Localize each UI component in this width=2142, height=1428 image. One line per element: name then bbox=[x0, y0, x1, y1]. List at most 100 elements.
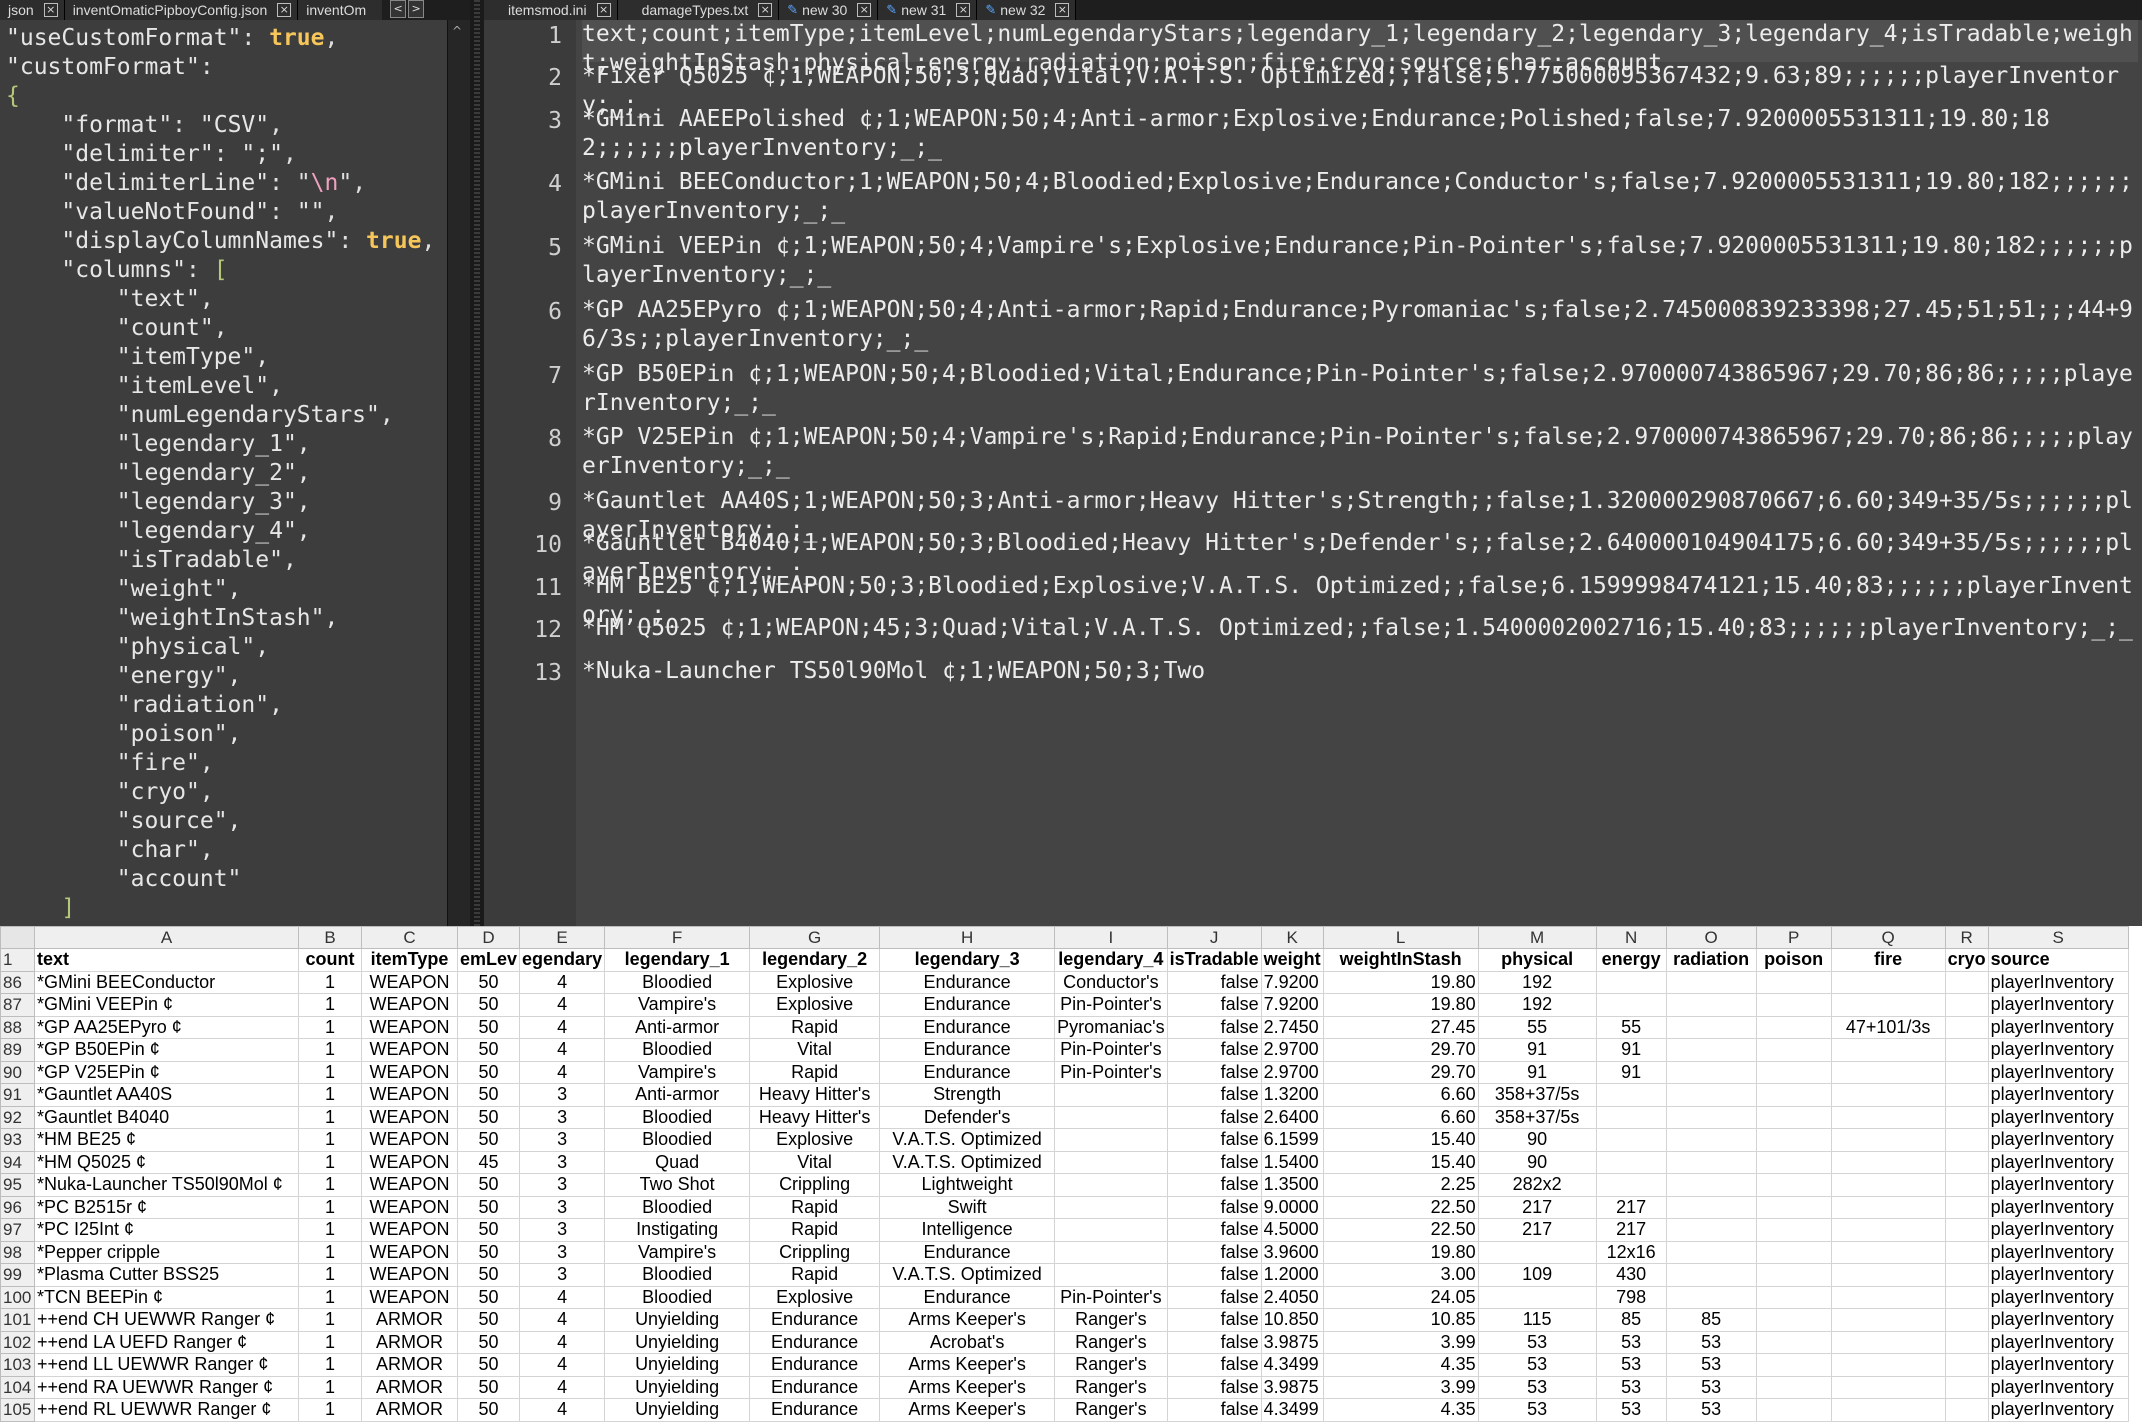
table-cell[interactable]: 50 bbox=[456, 1083, 521, 1107]
table-cell[interactable] bbox=[1944, 1150, 1989, 1174]
table-cell[interactable]: Anti-armor bbox=[604, 1083, 751, 1107]
table-cell[interactable]: 50 bbox=[456, 1038, 521, 1062]
table-cell[interactable]: 358+37/5s bbox=[1477, 1105, 1597, 1129]
tab-json[interactable]: json × bbox=[0, 0, 65, 20]
table-cell[interactable]: Explosive bbox=[749, 1128, 881, 1152]
table-cell[interactable]: 50 bbox=[456, 1263, 521, 1287]
table-cell[interactable]: 4.5000 bbox=[1260, 1218, 1324, 1242]
table-cell[interactable] bbox=[1830, 1038, 1946, 1062]
table-cell[interactable] bbox=[1665, 1195, 1757, 1219]
table-cell[interactable] bbox=[1755, 1150, 1832, 1174]
column-letter[interactable]: I bbox=[1054, 926, 1168, 949]
table-cell[interactable]: Endurance bbox=[749, 1398, 881, 1422]
table-cell[interactable] bbox=[1595, 970, 1667, 994]
table-cell[interactable]: 91 bbox=[1595, 1038, 1667, 1062]
table-cell[interactable]: playerInventory bbox=[1987, 1128, 2129, 1152]
row-number[interactable]: 90 bbox=[0, 1060, 35, 1084]
table-cell[interactable] bbox=[1944, 1375, 1989, 1399]
table-cell[interactable] bbox=[1944, 1105, 1989, 1129]
table-cell[interactable]: 4 bbox=[519, 1308, 606, 1332]
column-header-cell[interactable]: radiation bbox=[1665, 948, 1757, 972]
table-cell[interactable]: 1 bbox=[298, 1330, 362, 1354]
table-cell[interactable]: ARMOR bbox=[361, 1353, 458, 1377]
table-cell[interactable]: Strength bbox=[879, 1083, 1056, 1107]
table-cell[interactable]: Acrobat's bbox=[879, 1330, 1056, 1354]
table-cell[interactable]: WEAPON bbox=[361, 1060, 458, 1084]
table-cell[interactable]: 1 bbox=[298, 1060, 362, 1084]
table-cell[interactable]: 53 bbox=[1665, 1353, 1757, 1377]
table-cell[interactable]: 1 bbox=[298, 1195, 362, 1219]
column-letter[interactable]: R bbox=[1944, 926, 1989, 949]
table-cell[interactable]: *GP B50EPin ¢ bbox=[34, 1038, 299, 1062]
table-cell[interactable]: playerInventory bbox=[1987, 1308, 2129, 1332]
column-letter[interactable]: S bbox=[1987, 926, 2129, 949]
table-cell[interactable]: Rapid bbox=[749, 1015, 881, 1039]
table-cell[interactable] bbox=[1665, 1128, 1757, 1152]
table-cell[interactable]: 358+37/5s bbox=[1477, 1083, 1597, 1107]
table-cell[interactable]: WEAPON bbox=[361, 1285, 458, 1309]
table-cell[interactable]: 22.50 bbox=[1322, 1195, 1479, 1219]
table-cell[interactable] bbox=[1755, 1015, 1832, 1039]
column-letter[interactable]: Q bbox=[1830, 926, 1946, 949]
table-cell[interactable]: 10.850 bbox=[1260, 1308, 1324, 1332]
column-header-cell[interactable]: legendary_2 bbox=[749, 948, 881, 972]
table-cell[interactable]: 55 bbox=[1595, 1015, 1667, 1039]
table-cell[interactable]: 50 bbox=[456, 1398, 521, 1422]
table-cell[interactable] bbox=[1944, 1308, 1989, 1332]
column-header-cell[interactable]: poison bbox=[1755, 948, 1832, 972]
table-cell[interactable]: 6.60 bbox=[1322, 1105, 1479, 1129]
table-cell[interactable]: 4.3499 bbox=[1260, 1353, 1324, 1377]
close-icon[interactable]: × bbox=[277, 3, 292, 17]
table-cell[interactable] bbox=[1755, 1060, 1832, 1084]
table-cell[interactable]: ARMOR bbox=[361, 1308, 458, 1332]
table-cell[interactable]: 3.99 bbox=[1322, 1330, 1479, 1354]
table-cell[interactable]: playerInventory bbox=[1987, 1398, 2129, 1422]
table-cell[interactable]: 3 bbox=[519, 1128, 606, 1152]
column-letter[interactable]: L bbox=[1322, 926, 1479, 949]
table-cell[interactable]: Heavy Hitter's bbox=[749, 1105, 881, 1129]
table-cell[interactable] bbox=[1755, 1285, 1832, 1309]
row-number[interactable]: 103 bbox=[0, 1353, 35, 1377]
tab-new-32[interactable]: ✎ new 32 × bbox=[977, 0, 1077, 20]
table-cell[interactable]: Pyromaniac's bbox=[1054, 1015, 1168, 1039]
table-cell[interactable] bbox=[1665, 1015, 1757, 1039]
table-cell[interactable]: ARMOR bbox=[361, 1330, 458, 1354]
table-cell[interactable]: 2.4050 bbox=[1260, 1285, 1324, 1309]
table-cell[interactable]: 45 bbox=[456, 1150, 521, 1174]
row-number[interactable]: 97 bbox=[0, 1218, 35, 1242]
table-cell[interactable]: 50 bbox=[456, 1195, 521, 1219]
column-letter[interactable]: A bbox=[34, 926, 299, 949]
table-cell[interactable]: 4 bbox=[519, 1353, 606, 1377]
table-cell[interactable]: Bloodied bbox=[604, 1105, 751, 1129]
table-cell[interactable]: WEAPON bbox=[361, 970, 458, 994]
table-cell[interactable]: *Plasma Cutter BSS25 bbox=[34, 1263, 299, 1287]
table-cell[interactable] bbox=[1830, 1398, 1946, 1422]
table-cell[interactable]: 4 bbox=[519, 970, 606, 994]
table-cell[interactable] bbox=[1944, 1330, 1989, 1354]
column-header-cell[interactable]: text bbox=[34, 948, 299, 972]
row-number[interactable]: 92 bbox=[0, 1105, 35, 1129]
table-cell[interactable]: Anti-armor bbox=[604, 1015, 751, 1039]
table-cell[interactable] bbox=[1944, 1173, 1989, 1197]
row-number[interactable]: 105 bbox=[0, 1398, 35, 1422]
table-cell[interactable]: 50 bbox=[456, 993, 521, 1017]
table-cell[interactable]: 15.40 bbox=[1322, 1150, 1479, 1174]
table-cell[interactable] bbox=[1944, 1038, 1989, 1062]
column-letter[interactable]: H bbox=[879, 926, 1056, 949]
table-cell[interactable]: 3 bbox=[519, 1173, 606, 1197]
table-cell[interactable]: false bbox=[1166, 993, 1262, 1017]
table-cell[interactable]: 53 bbox=[1595, 1375, 1667, 1399]
table-cell[interactable]: 1 bbox=[298, 1015, 362, 1039]
table-cell[interactable]: 4.3499 bbox=[1260, 1398, 1324, 1422]
table-cell[interactable]: WEAPON bbox=[361, 1263, 458, 1287]
column-header-cell[interactable]: emLev bbox=[456, 948, 521, 972]
table-cell[interactable]: false bbox=[1166, 970, 1262, 994]
table-cell[interactable]: Rapid bbox=[749, 1060, 881, 1084]
table-cell[interactable] bbox=[1595, 1083, 1667, 1107]
table-cell[interactable]: 50 bbox=[456, 1285, 521, 1309]
table-cell[interactable]: *GMini VEEPin ¢ bbox=[34, 993, 299, 1017]
row-number[interactable]: 88 bbox=[0, 1015, 35, 1039]
table-cell[interactable]: playerInventory bbox=[1987, 1263, 2129, 1287]
table-cell[interactable]: 90 bbox=[1477, 1128, 1597, 1152]
table-cell[interactable] bbox=[1054, 1083, 1168, 1107]
